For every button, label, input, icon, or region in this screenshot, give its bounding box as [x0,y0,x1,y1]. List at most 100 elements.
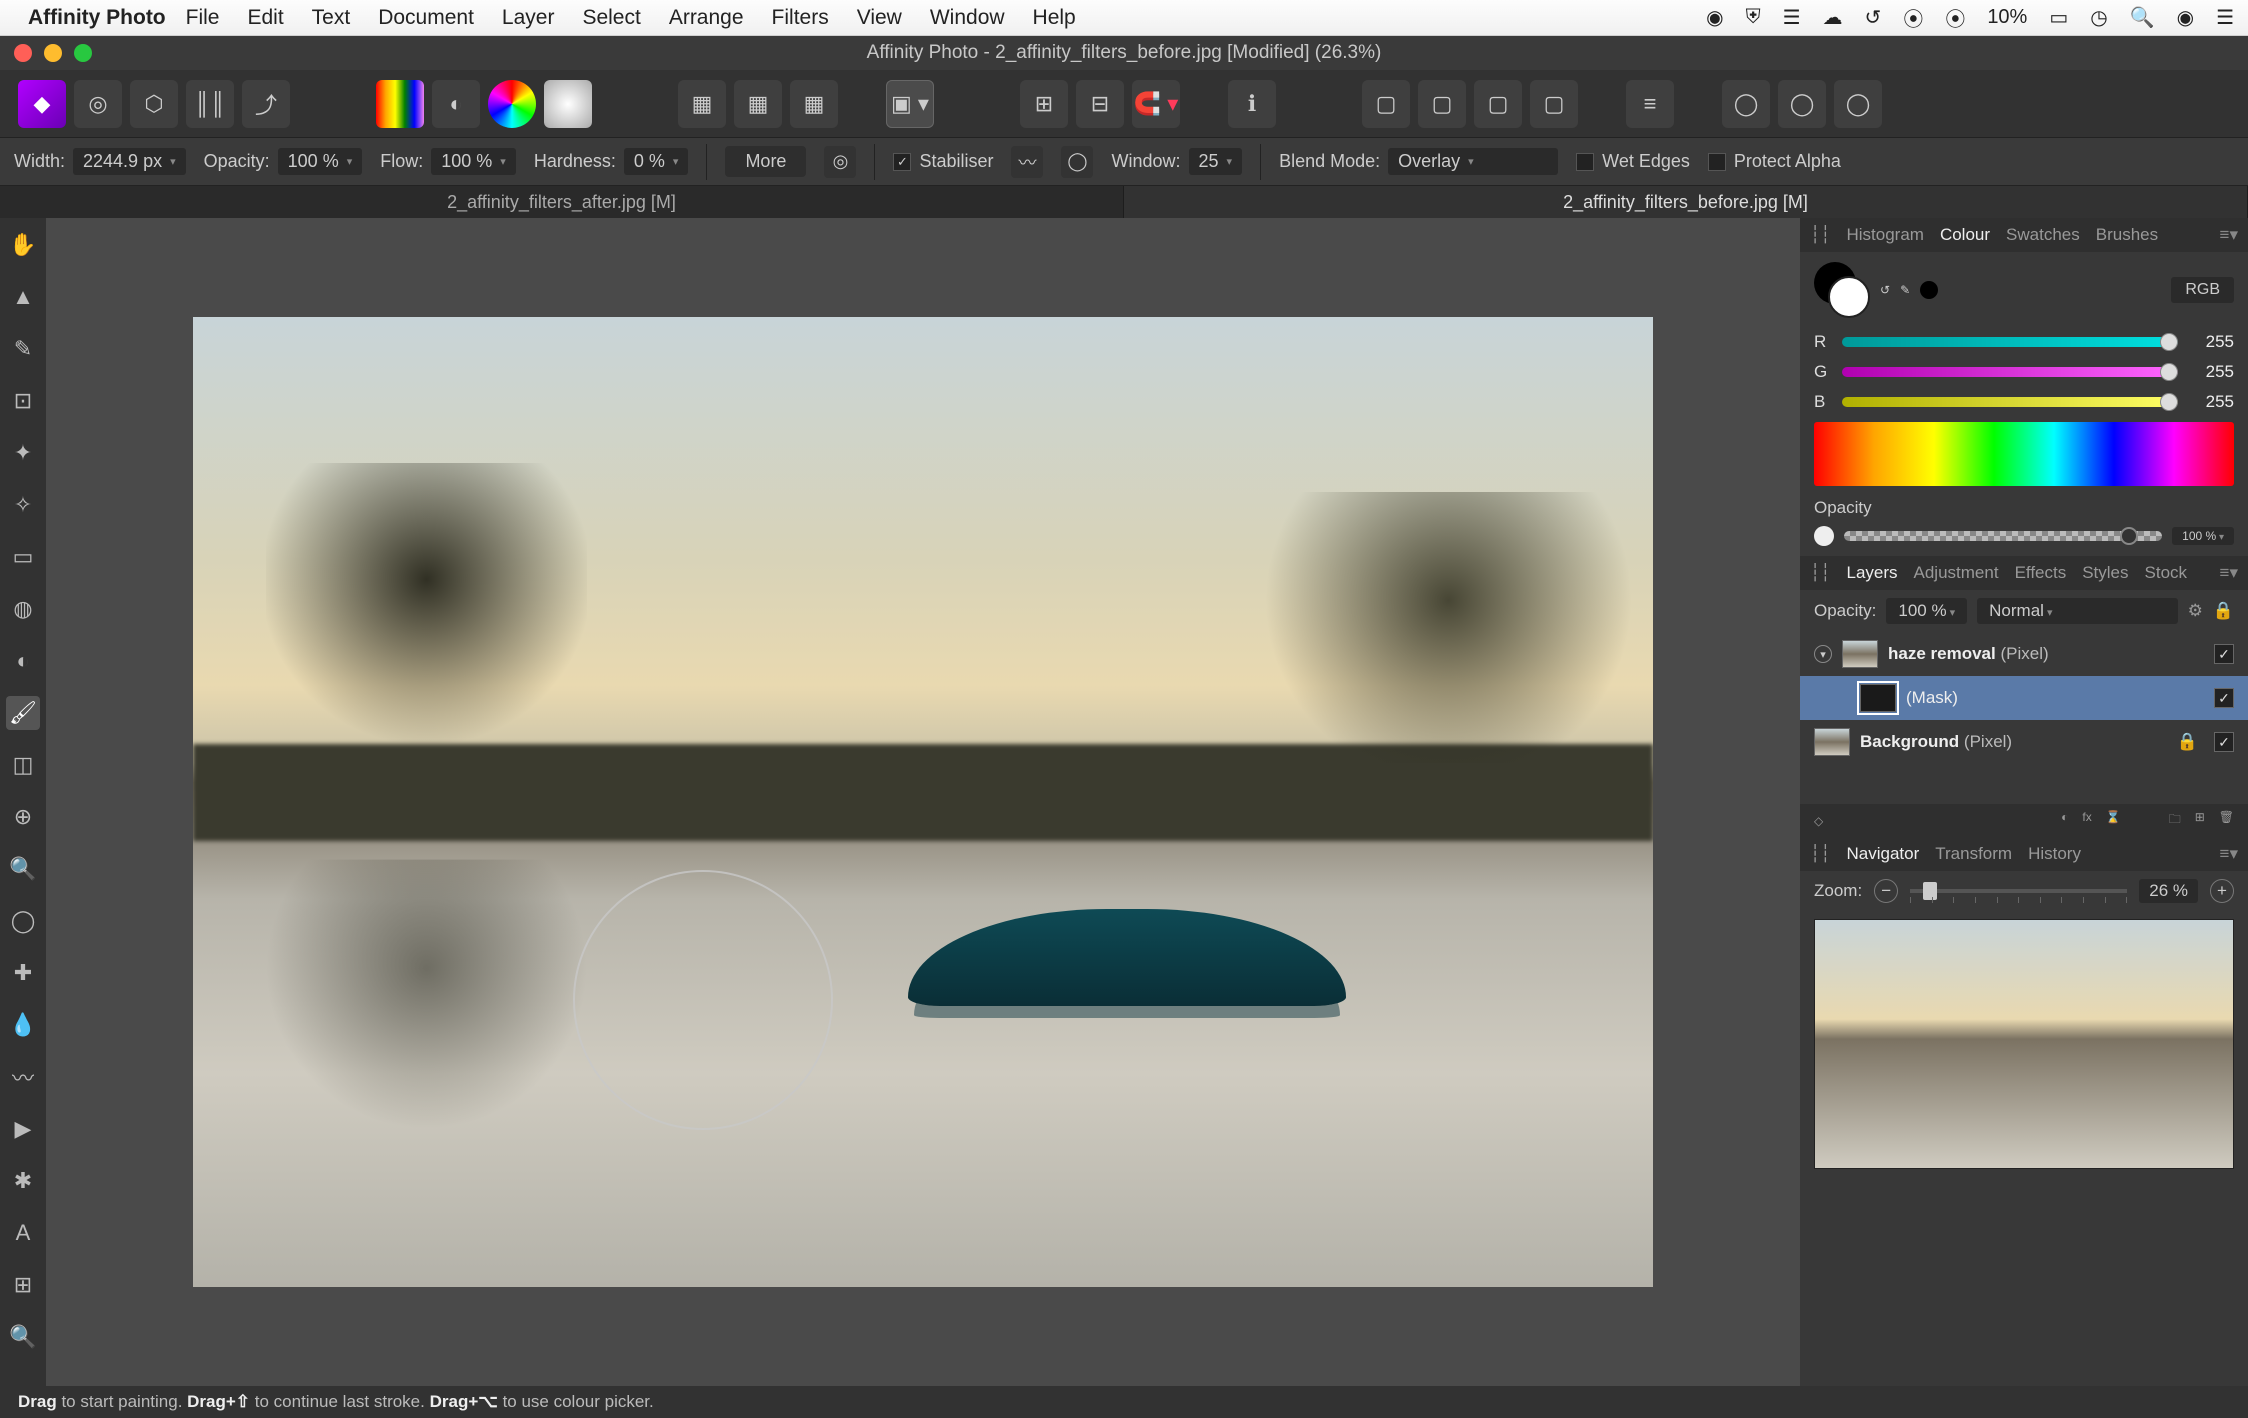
zoom-value[interactable]: 26 % [2139,879,2198,903]
blend-mode-field[interactable]: Blend Mode: Overlay [1279,148,1558,175]
menu-text[interactable]: Text [312,6,351,30]
panel-tab-navigator[interactable]: Navigator [1846,844,1919,864]
layer-blend-dropdown[interactable]: Normal [1977,598,2177,624]
handle-icon[interactable]: ┆┆ [1810,225,1830,245]
siri-icon[interactable]: ◉ [2177,5,2194,30]
flood-fill-tool[interactable]: ◍ [6,592,40,626]
menu-file[interactable]: File [186,6,220,30]
blue-value[interactable]: 255 [2188,392,2234,412]
clock-icon[interactable]: ◷ [2090,5,2107,30]
battery-icon[interactable]: ▭ [2049,5,2068,30]
panel-tab-transform[interactable]: Transform [1935,844,2012,864]
more-button[interactable]: More [725,146,806,177]
handle-icon[interactable]: ┆┆ [1810,844,1830,864]
layer-visibility-checkbox[interactable] [2214,644,2234,664]
arrange-forward-button[interactable]: ▢ [1474,80,1522,128]
layer-visibility-checkbox[interactable] [2214,688,2234,708]
document-canvas[interactable] [193,317,1653,1287]
panel-tab-brushes[interactable]: Brushes [2096,225,2158,245]
zoom-slider[interactable] [1910,889,2127,893]
erase-tool[interactable]: ◫ [6,748,40,782]
panel-tab-histogram[interactable]: Histogram [1846,225,1923,245]
document-tab[interactable]: 2_affinity_filters_after.jpg [M] [0,186,1124,218]
pressure-icon[interactable]: ◎ [824,146,856,178]
assistant-button[interactable]: ℹ [1228,80,1276,128]
autocontrast-button[interactable]: ◐ [432,80,480,128]
snap-grid-button[interactable]: ⊞ [1020,80,1068,128]
zoom-tool[interactable]: 🔍 [6,1320,40,1354]
export-persona-button[interactable]: ⤴ [242,80,290,128]
crop-tool[interactable]: ⊡ [6,384,40,418]
brush-width-field[interactable]: Width: 2244.9 px [14,148,186,175]
blur-tool[interactable]: 💧 [6,1008,40,1042]
pen-tool[interactable]: ▶ [6,1112,40,1146]
menu-window[interactable]: Window [930,6,1005,30]
gradient-tool[interactable]: ◐ [6,644,40,678]
width-value[interactable]: 2244.9 px [73,148,186,175]
brush-opacity-field[interactable]: Opacity: 100 % [204,148,363,175]
lock-icon[interactable]: 🔒 [2213,601,2234,621]
tray-icon[interactable]: ☰ [1783,5,1801,30]
develop-persona-button[interactable]: ⬡ [130,80,178,128]
window-value[interactable]: 25 [1189,148,1243,175]
menu-layer[interactable]: Layer [502,6,555,30]
mesh-warp-tool[interactable]: ⊞ [6,1268,40,1302]
layer-name[interactable]: (Mask) [1906,688,1958,707]
liquify-persona-button[interactable]: ◎ [74,80,122,128]
arrange-backward-button[interactable]: ▢ [1418,80,1466,128]
mask-thumbnail[interactable] [1860,684,1896,712]
delete-layer-icon[interactable]: 🗑 [2219,810,2234,831]
red-value[interactable]: 255 [2188,332,2234,352]
layer-name[interactable]: Background [1860,732,1959,751]
app-name[interactable]: Affinity Photo [28,6,166,30]
colour-spectrum[interactable] [1814,422,2234,486]
stabiliser-window-field[interactable]: Window: 25 [1111,148,1242,175]
bluetooth-icon[interactable]: ⦿ [1903,3,1923,32]
gear-icon[interactable]: ⚙ [2188,601,2203,621]
boolean-intersect-button[interactable]: ◯ [1834,80,1882,128]
adjustments-icon[interactable]: ◐ [2061,810,2068,831]
smudge-tool[interactable]: 〰 [6,1060,40,1094]
panel-tab-colour[interactable]: Colour [1940,225,1990,245]
selection-add-button[interactable]: ▦ [734,80,782,128]
menu-help[interactable]: Help [1033,6,1076,30]
flow-value[interactable]: 100 % [431,148,516,175]
add-layer-icon[interactable]: ⊞ [2195,810,2205,831]
zoom-in-button[interactable]: + [2210,879,2234,903]
dodge-tool[interactable]: ◯ [6,904,40,938]
eyedropper-icon[interactable]: ✎ [1900,283,1910,297]
panel-tab-adjustment[interactable]: Adjustment [1914,563,1999,583]
colour-wells[interactable] [1814,262,1870,318]
move-tool[interactable]: ▲ [6,280,40,314]
window-minimize-button[interactable] [44,44,62,62]
panel-tab-layers[interactable]: Layers [1846,563,1897,583]
fx-icon[interactable]: fx [2082,810,2091,831]
layer-expand-toggle[interactable]: ▾ [1814,645,1832,663]
colour-model-dropdown[interactable]: RGB [2171,277,2234,303]
menu-edit[interactable]: Edit [247,6,283,30]
green-value[interactable]: 255 [2188,362,2234,382]
shield-icon[interactable]: ⛨ [1746,6,1761,29]
selection-brush-tool[interactable]: ✦ [6,436,40,470]
selection-subtract-button[interactable]: ▦ [790,80,838,128]
snap-button[interactable]: ⊟ [1076,80,1124,128]
boolean-subtract-button[interactable]: ◯ [1778,80,1826,128]
layer-thumbnail[interactable] [1842,640,1878,668]
colour-opacity-value[interactable]: 100 % [2172,527,2234,545]
quick-mask-button[interactable]: ▣ ▾ [886,80,934,128]
panel-tab-history[interactable]: History [2028,844,2081,864]
notification-center-icon[interactable]: ☰ [2216,5,2234,30]
panel-tab-effects[interactable]: Effects [2015,563,2067,583]
red-slider[interactable]: R255 [1814,332,2234,352]
tone-mapping-persona-button[interactable]: ║║ [186,80,234,128]
opacity-value[interactable]: 100 % [278,148,363,175]
protect-alpha-checkbox[interactable]: Protect Alpha [1708,151,1841,172]
menu-filters[interactable]: Filters [772,6,829,30]
document-tab[interactable]: 2_affinity_filters_before.jpg [M] [1124,186,2248,218]
brush-hardness-field[interactable]: Hardness: 0 % [534,148,689,175]
layer-mask-icon[interactable]: ◇ [1814,814,1823,828]
window-close-button[interactable] [14,44,32,62]
arrange-front-button[interactable]: ▢ [1530,80,1578,128]
shape-tool[interactable]: ✱ [6,1164,40,1198]
swap-colours-icon[interactable]: ↺ [1880,283,1890,297]
